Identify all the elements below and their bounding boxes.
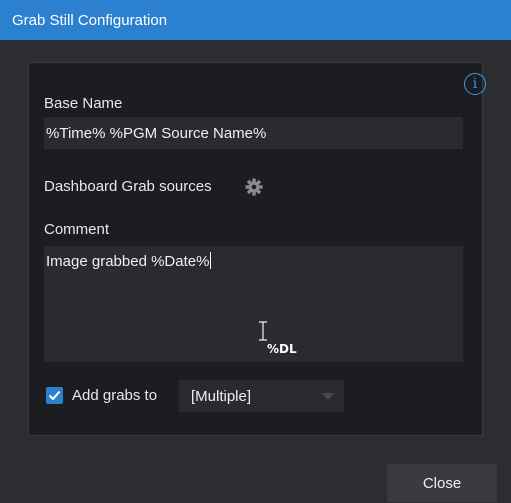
config-panel: i Base Name %Time% %PGM Source Name% Das… <box>28 62 486 436</box>
window-title-bar: Grab Still Configuration <box>0 0 511 40</box>
close-button-label: Close <box>422 474 462 492</box>
base-name-input[interactable]: %Time% %PGM Source Name% <box>44 117 463 149</box>
chevron-down-icon <box>322 393 334 400</box>
close-button[interactable]: Close <box>387 464 497 502</box>
dashboard-grab-sources-label: Dashboard Grab sources <box>44 178 212 195</box>
dialog-body: i Base Name %Time% %PGM Source Name% Das… <box>0 40 511 503</box>
add-grabs-select[interactable]: [Multiple] <box>179 380 344 412</box>
ibeam-cursor-icon <box>259 321 267 341</box>
window-title: Grab Still Configuration <box>12 11 168 29</box>
add-grabs-label: Add grabs to <box>72 387 158 404</box>
base-name-label: Base Name <box>44 95 123 112</box>
check-icon <box>48 390 61 401</box>
base-name-value: %Time% %PGM Source Name% <box>46 124 267 142</box>
add-grabs-checkbox[interactable] <box>46 387 63 404</box>
info-icon[interactable]: i <box>464 73 486 95</box>
gear-icon[interactable] <box>244 177 264 197</box>
drag-variable-hint: %DL <box>267 342 297 356</box>
add-grabs-selected-value: [Multiple] <box>191 387 252 405</box>
comment-label: Comment <box>44 221 110 238</box>
comment-textarea[interactable]: Image grabbed %Date% <box>44 246 463 362</box>
comment-value: Image grabbed %Date% <box>46 253 210 270</box>
text-caret <box>210 252 212 269</box>
